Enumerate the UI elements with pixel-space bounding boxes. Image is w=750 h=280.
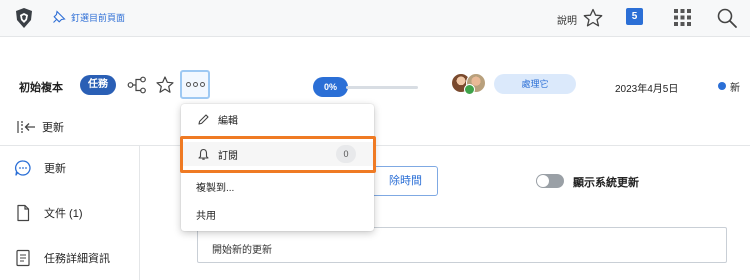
menu-item-subscribe[interactable]: 訂閱 0	[181, 142, 374, 166]
menu-item-label: 複製到...	[196, 182, 235, 194]
panel-heading: 更新	[42, 122, 64, 134]
menu-item-share[interactable]: 共用	[181, 202, 374, 226]
system-updates-toggle[interactable]	[536, 174, 564, 188]
new-update-input[interactable]	[197, 227, 727, 263]
search-icon[interactable]	[716, 7, 738, 29]
app-grid-icon[interactable]	[673, 8, 692, 27]
status-dot-icon	[718, 82, 726, 90]
task-type-badge: 任務	[80, 75, 116, 95]
more-dot-icon	[185, 82, 191, 87]
toggle-knob	[537, 175, 549, 187]
help-link[interactable]: 說明	[557, 12, 577, 27]
document-icon	[17, 204, 30, 222]
check-icon	[464, 84, 475, 95]
lion-logo-icon[interactable]	[13, 7, 35, 29]
nav-item-label: 文件 (1)	[44, 208, 83, 220]
subscriber-count-badge: 0	[336, 145, 356, 163]
pin-page-label: 釘選目前頁面	[71, 12, 126, 23]
more-options-menu: 編輯 訂閱 0 複製到... 共用	[181, 104, 374, 231]
more-dot-icon	[199, 82, 205, 87]
assignee-avatars[interactable]	[451, 73, 495, 95]
assign-button[interactable]: 處理它	[494, 74, 576, 94]
menu-item-label: 共用	[196, 210, 216, 222]
pin-page-link[interactable]: 釘選目前頁面	[52, 10, 125, 24]
pencil-icon	[198, 113, 209, 125]
menu-item-label: 訂閱	[218, 150, 238, 162]
top-bar: 釘選目前頁面 說明 5	[0, 0, 750, 37]
menu-item-label: 編輯	[218, 115, 238, 127]
notification-badge[interactable]: 5	[626, 8, 643, 25]
collapse-arrow-icon	[17, 121, 35, 133]
nav-item-documents[interactable]: 文件 (1)	[14, 204, 83, 222]
nav-item-label: 任務詳細資訊	[44, 253, 110, 265]
nav-item-label: 更新	[44, 163, 66, 175]
pin-icon	[53, 10, 66, 23]
due-date[interactable]: 2023年4月5日	[615, 80, 678, 95]
more-dot-icon	[192, 82, 198, 87]
details-icon	[16, 249, 30, 267]
collapse-panel-button[interactable]: 更新	[16, 119, 64, 135]
status-label[interactable]: 新	[730, 79, 740, 94]
left-nav-panel: 更新 文件 (1) 任務詳細資訊	[0, 146, 140, 280]
system-updates-label: 顯示系統更新	[573, 177, 639, 189]
nav-item-task-details[interactable]: 任務詳細資訊	[14, 249, 110, 267]
progress-badge[interactable]: 0%	[313, 77, 348, 97]
progress-bar	[346, 86, 418, 89]
page-title: 初始複本	[19, 82, 63, 94]
chat-icon	[15, 160, 31, 176]
menu-item-edit[interactable]: 編輯	[181, 107, 374, 131]
bell-icon	[198, 148, 209, 160]
favorite-star-icon[interactable]	[155, 75, 175, 95]
more-options-button[interactable]	[180, 70, 210, 99]
new-update-placeholder: 開始新的更新	[212, 245, 272, 256]
nav-item-updates[interactable]: 更新	[14, 159, 66, 177]
hierarchy-icon[interactable]	[127, 76, 147, 94]
menu-item-copy-to[interactable]: 複製到...	[181, 174, 374, 198]
favorites-star-icon[interactable]	[582, 7, 604, 29]
